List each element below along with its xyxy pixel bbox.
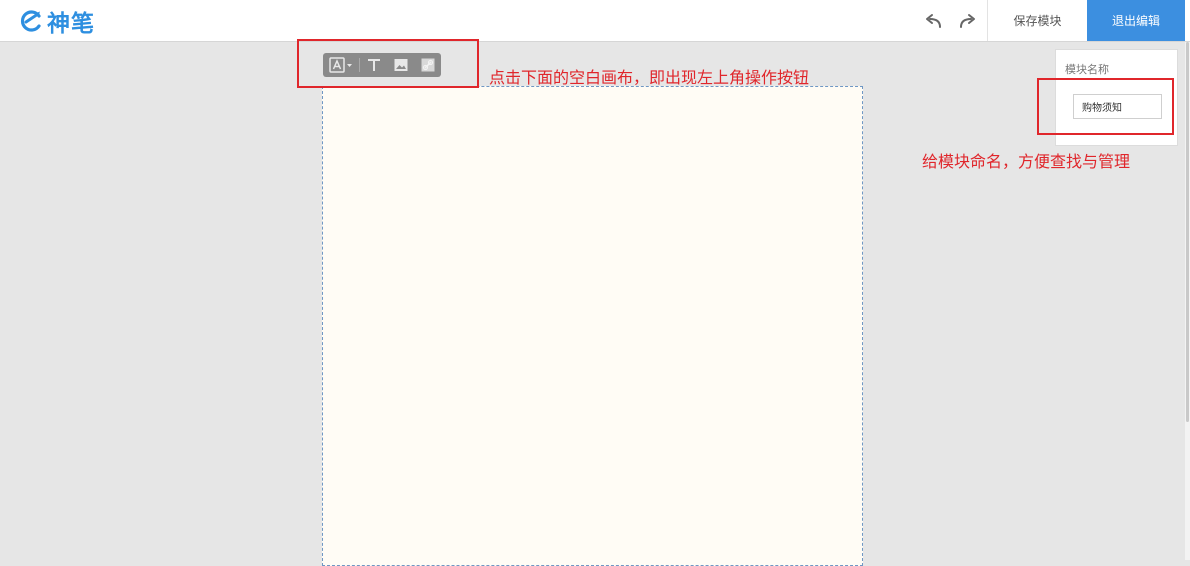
toolbar-highlight-box xyxy=(297,39,479,88)
vertical-scrollbar-thumb[interactable] xyxy=(1186,42,1189,422)
name-input-highlight-box xyxy=(1037,78,1174,135)
canvas-hint-annotation: 点击下面的空白画布，即出现左上角操作按钮 xyxy=(489,68,810,87)
exit-edit-button[interactable]: 退出编辑 xyxy=(1087,0,1185,41)
save-module-button[interactable]: 保存模块 xyxy=(987,0,1087,41)
undo-arrow-icon xyxy=(926,14,941,28)
undo-button[interactable] xyxy=(923,12,943,30)
redo-arrow-icon xyxy=(960,14,975,28)
app-logo[interactable]: 神笔 xyxy=(18,7,95,37)
brush-e-logo-icon xyxy=(20,10,41,32)
blank-canvas[interactable] xyxy=(322,86,863,566)
top-header-bar: 神笔 保存模块 退出编辑 xyxy=(0,0,1190,42)
name-hint-annotation: 给模块命名，方便查找与管理 xyxy=(922,152,1131,171)
app-logo-text: 神笔 xyxy=(47,11,95,37)
redo-button[interactable] xyxy=(958,12,978,30)
module-name-label: 模块名称 xyxy=(1065,63,1109,76)
